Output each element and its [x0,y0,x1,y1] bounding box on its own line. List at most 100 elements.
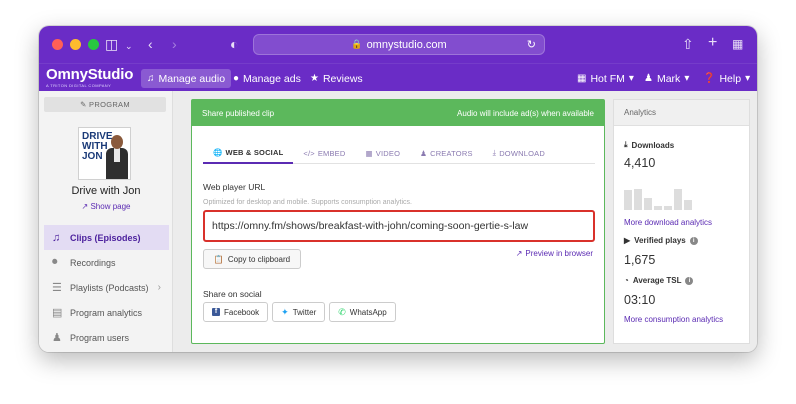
sidebar-item-program-users[interactable]: ♟ Program users [44,325,169,350]
sidebar-toggle-icon[interactable]: ◫ [105,37,118,51]
clipboard-icon: 📋 [213,254,224,264]
caret-down-icon: ▾ [628,73,634,84]
program-artwork[interactable]: DRIVE WITH JON [78,127,131,180]
downloads-value: 4,410 [624,156,656,170]
program-name: Drive with Jon [71,185,141,197]
tab-download[interactable]: ⤓ DOWNLOAD [483,142,555,164]
whatsapp-share-button[interactable]: ✆ WhatsApp [329,302,396,322]
nav-label: Help [719,72,742,85]
share-tabs: 🌐 WEB & SOCIAL </> EMBED ▦ VIDEO ♟ CREAT… [203,142,595,164]
artwork-text-3: JON [82,151,103,162]
analytics-panel: Analytics ⤓ Downloads 4,410 More downloa… [613,99,750,344]
logo-text: OmnyStudio [46,66,134,83]
shield-icon[interactable]: ◐ [230,37,238,51]
program-section-label: ✎ PROGRAM [44,97,166,112]
close-window-button[interactable] [52,39,63,50]
external-link-icon: ↗ [81,202,89,211]
download-icon: ⤓ [624,140,628,149]
share-icon[interactable]: ⇧ [682,37,694,51]
caret-down-icon: ▾ [745,73,751,84]
tab-label: VIDEO [375,148,401,158]
verified-plays-label: Verified plays [634,236,686,245]
address-text: omnystudio.com [366,38,447,51]
download-icon: ⤓ [492,148,497,157]
sparkline-bar [624,190,632,210]
station-menu[interactable]: ▦ Hot FM ▾ [571,69,640,88]
tab-video[interactable]: ▦ VIDEO [356,142,411,164]
zoom-window-button[interactable] [88,39,99,50]
tab-embed[interactable]: </> EMBED [293,142,355,164]
new-tab-icon[interactable]: + [708,35,717,51]
program-sidebar: ✎ PROGRAM DRIVE WITH JON Drive with Jon … [39,91,173,352]
tab-label: WEB & SOCIAL [225,147,284,157]
help-menu[interactable]: ❓ Help ▾ [697,69,756,88]
sidebar-item-clips[interactable]: ♫ Clips (Episodes) [44,225,169,250]
program-menu: ♫ Clips (Episodes) ⏺ Recordings ☰ Playli… [44,225,169,350]
social-share-buttons: f Facebook ✦ Twitter ✆ WhatsApp [203,302,396,322]
facebook-icon: f [212,308,220,316]
user-menu[interactable]: ♟ Mark ▾ [638,69,695,88]
omny-logo[interactable]: OmnyStudio A TRITON DIGITAL COMPANY [46,66,133,88]
tab-web-social[interactable]: 🌐 WEB & SOCIAL [203,142,294,164]
sidebar-item-playlists[interactable]: ☰ Playlists (Podcasts) › [44,275,169,300]
facebook-share-button[interactable]: f Facebook [203,302,269,322]
web-player-url-field[interactable]: https://omny.fm/shows/breakfast-with-joh… [203,210,595,242]
browser-toolbar: ◫ ⌄ ‹ › ◐ 🔒 omnystudio.com ↻ ⇧ + ▦ [39,26,757,63]
question-icon: ❓ [703,73,716,84]
lock-icon: 🔒 [351,39,363,49]
copy-to-clipboard-button[interactable]: 📋 Copy to clipboard [203,249,301,269]
facebook-label: Facebook [224,307,260,317]
sparkline-bar [654,206,662,210]
page-content: ✎ PROGRAM DRIVE WITH JON Drive with Jon … [39,91,757,352]
share-clip-panel: Share published clip Audio will include … [191,99,605,344]
play-icon: ▶ [624,236,631,245]
preview-in-browser-link[interactable]: ↗ Preview in browser [516,249,593,258]
average-tsl-label: Average TSL [632,276,682,285]
sparkline-bar [644,198,652,210]
more-consumption-analytics-link[interactable]: More consumption analytics [624,315,723,324]
reload-icon[interactable]: ↻ [527,38,536,51]
pencil-icon: ✎ [80,100,90,109]
nav-label: Manage ads [243,72,301,85]
forward-icon[interactable]: › [172,37,177,51]
sidebar-item-program-analytics[interactable]: ▤ Program analytics [44,300,169,325]
bar-chart-icon: ▤ [52,307,63,319]
sidebar-item-label: Playlists (Podcasts) [70,282,149,293]
info-icon[interactable]: i [689,236,698,245]
ad-notice: Audio will include ad(s) when available [457,108,594,118]
logo-tagline: A TRITON DIGITAL COMPANY [46,83,112,88]
chevron-down-icon[interactable]: ⌄ [125,39,133,53]
twitter-icon: ✦ [281,306,289,317]
microphone-icon: ⏺ [52,256,58,268]
more-download-analytics-link[interactable]: More download analytics [624,218,712,227]
host-photo [106,135,128,179]
user-icon: ♟ [420,148,428,158]
sidebar-item-recordings[interactable]: ⏺ Recordings [44,250,169,275]
verified-plays-label-row: ▶ Verified plays i [624,236,698,245]
sidebar-item-label: Clips (Episodes) [70,232,141,243]
minimize-window-button[interactable] [70,39,81,50]
nav-label: Reviews [322,72,363,85]
share-on-social-label: Share on social [203,289,262,299]
average-tsl-value: 03:10 [624,293,656,307]
nav-reviews[interactable]: ★ Reviews [304,69,369,88]
address-bar[interactable]: 🔒 omnystudio.com ↻ [253,34,545,55]
globe-icon: 🌐 [213,147,223,157]
tab-label: CREATORS [430,148,473,158]
nav-manage-ads[interactable]: ● Manage ads [227,69,307,88]
back-icon[interactable]: ‹ [148,37,153,51]
tab-overview-icon[interactable]: ▦ [732,37,743,51]
window-controls [52,39,99,50]
info-icon[interactable]: i [685,276,694,285]
music-note-icon: ♫ [52,231,61,244]
tab-creators[interactable]: ♟ CREATORS [410,142,483,164]
section-label-text: PROGRAM [89,100,130,109]
music-note-icon: ♫ [147,73,155,84]
show-page-link[interactable]: ↗ Show page [39,202,173,211]
share-panel-header: Share published clip Audio will include … [192,100,604,126]
sparkline-bar [674,189,682,210]
star-icon: ★ [310,73,319,84]
nav-manage-audio[interactable]: ♫ Manage audio [141,69,232,88]
twitter-share-button[interactable]: ✦ Twitter [272,302,326,322]
average-tsl-label-row: ◔ Average TSL i [624,276,694,285]
